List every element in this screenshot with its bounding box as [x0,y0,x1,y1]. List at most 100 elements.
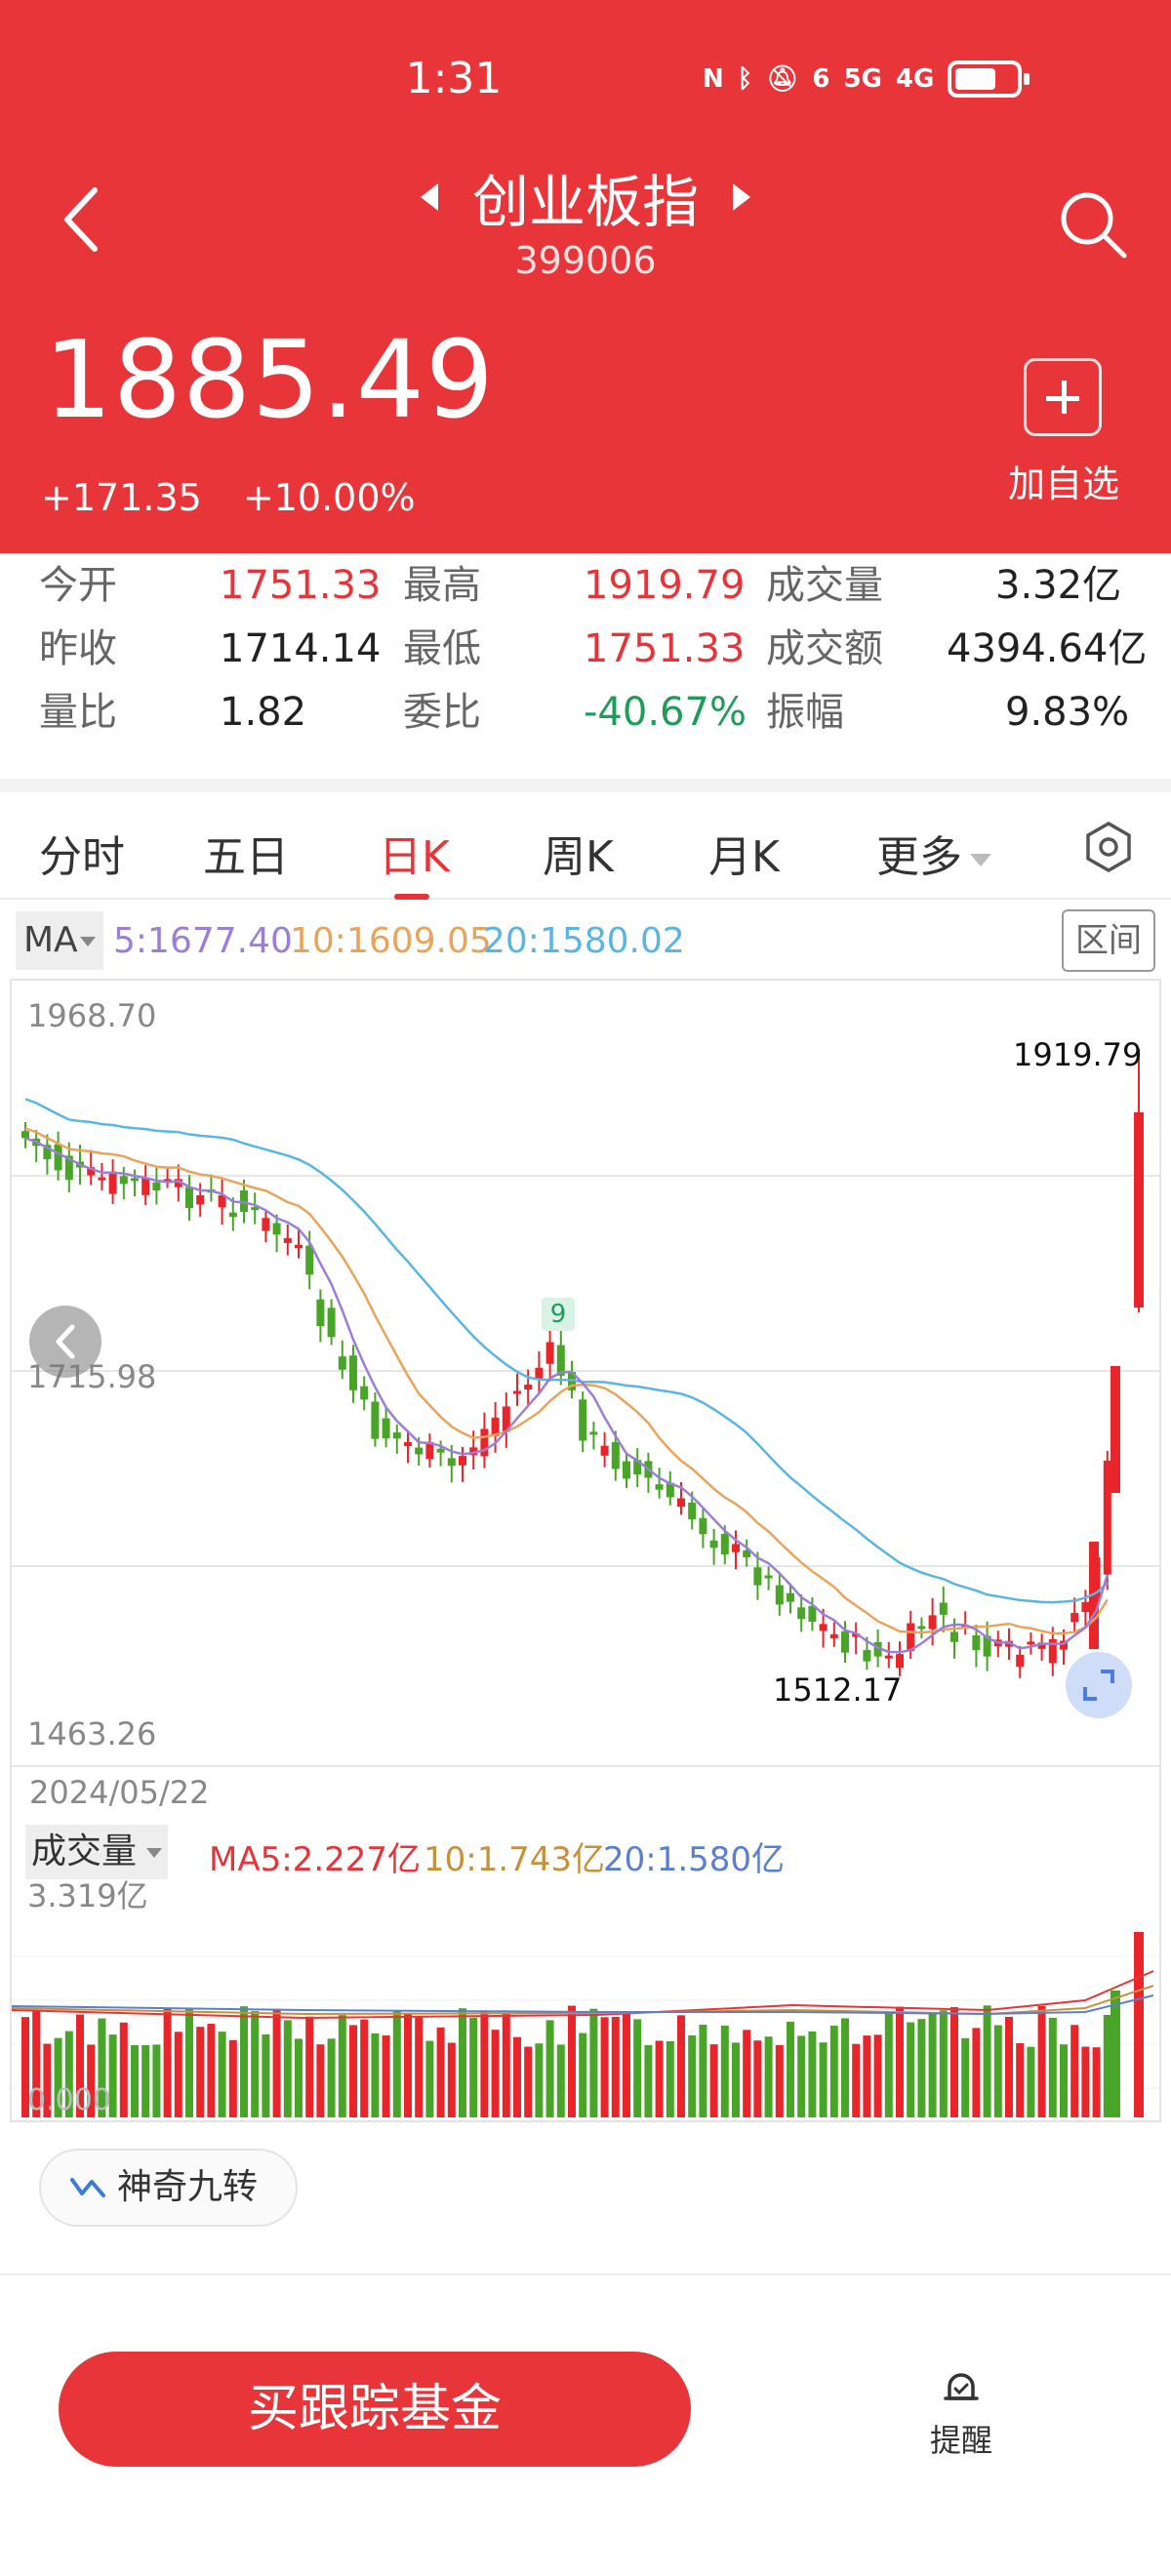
active-tab-indicator [394,894,429,900]
volume-bar [131,2045,139,2117]
candle [480,1429,489,1457]
ma-selector[interactable]: MA [16,911,103,970]
chevron-check-icon [70,2178,105,2197]
volume-bar [907,2022,915,2117]
candle [1103,1460,1111,1575]
tab-intraday[interactable]: 分时 [39,822,125,884]
ma5-value: 5:1677.40 [113,921,293,961]
status-icons: N ᛒ 🔕︎ 6 5G 4G [703,60,1030,98]
candle [272,1223,281,1235]
ma20-line [24,1098,1109,1604]
volume-bar [666,2040,674,2117]
chevron-down-icon [146,1848,163,1858]
volume-bar [1081,2046,1090,2117]
tab-weekly-k[interactable]: 周K [543,822,614,884]
candle [1110,1366,1120,1493]
candle [54,1144,62,1171]
candle [1016,1654,1025,1668]
stat-label: 量比 [39,690,117,735]
next-stock-icon[interactable] [733,183,751,211]
candle [295,1244,303,1248]
volume-bar [873,2034,882,2117]
stat-label: 最低 [403,626,481,671]
tab-more[interactable]: 更多 [876,822,991,884]
volume-bar [732,2042,740,2117]
candle [579,1399,587,1441]
volume-bar [1060,2044,1068,2117]
candle [884,1655,893,1659]
vol-ma5: MA5:2.227亿 [209,1840,422,1879]
stat-label: 最高 [403,563,481,608]
stat-value: 1751.33 [220,563,382,608]
candle [436,1448,445,1453]
volume-bar [720,2025,729,2117]
kline-chart[interactable] [12,981,1159,1771]
candle [98,1177,106,1181]
tab-five-day[interactable]: 五日 [203,822,289,884]
stat-value: 9.83% [1005,690,1130,735]
volume-chart[interactable] [12,1912,1159,2117]
range-button[interactable]: 区间 [1062,909,1155,972]
tab-monthly-k[interactable]: 月K [708,822,780,884]
magic-nine-turns-label: 神奇九转 [117,2167,259,2207]
candle [283,1237,292,1243]
bluetooth-icon: ᛒ [737,64,753,94]
volume-bar [207,2024,216,2117]
volume-bar [939,2010,948,2117]
expand-icon [1083,1670,1114,1701]
volume-bar [1005,2016,1013,2117]
volume-max-label: 3.319亿 [27,1877,148,1914]
buy-tracking-fund-button[interactable]: 买跟踪基金 [59,2352,691,2467]
fullscreen-button[interactable] [1066,1652,1132,1718]
candle [720,1534,729,1555]
settings-icon[interactable] [1083,822,1134,872]
volume-bar [743,2030,751,2117]
prev-stock-icon[interactable] [420,183,438,211]
volume-bar [240,2006,248,2117]
volume-bar [382,2035,390,2117]
volume-bar [1070,2025,1079,2117]
candle [972,1634,981,1651]
volume-bar [480,2010,489,2117]
magic-nine-turns-chip[interactable]: 神奇九转 [39,2149,298,2227]
volume-bar [677,2015,685,2117]
candle [589,1431,598,1435]
candle [764,1575,773,1579]
volume-bar [185,2008,193,2117]
candle [775,1585,784,1605]
remind-button[interactable]: 提醒 [908,2361,1015,2469]
candle [447,1458,456,1467]
volume-bar [611,2017,620,2117]
volume-bar [228,2039,237,2117]
volume-bar [1037,2005,1046,2117]
volume-bar [699,2024,707,2117]
add-watchlist-button[interactable] [1024,358,1102,436]
volume-bar [272,2008,281,2117]
volume-bar [1016,2042,1025,2117]
scroll-left-button[interactable] [29,1306,101,1378]
tab-daily-k[interactable]: 日K [379,822,450,884]
candle [1070,1613,1079,1623]
quote-header: 1:31 N ᛒ 🔕︎ 6 5G 4G 创业板指 399006 1885.49 … [0,0,1171,553]
search-icon[interactable] [1054,185,1132,263]
battery-icon [948,60,1030,98]
candle [327,1308,336,1338]
volume-bar [709,2044,718,2117]
volume-bar [262,2033,270,2117]
candle [262,1218,270,1231]
alarm-icon [944,2373,979,2400]
volume-bar [392,2010,401,2117]
volume-bar [568,2005,576,2117]
ma-selector-label: MA [23,920,78,960]
tab-more-label: 更多 [876,832,962,882]
candle [415,1447,424,1455]
volume-bar [404,2013,412,2117]
volume-bar [1048,2018,1057,2117]
period-tabs: 分时 五日 日K 周K 月K 更多 [0,792,1171,900]
remind-label: 提醒 [929,2422,992,2459]
volume-bar [513,2036,521,2117]
candle [338,1356,346,1370]
candle [819,1624,828,1631]
candle [907,1623,915,1652]
add-watchlist-label[interactable]: 加自选 [1000,454,1127,507]
